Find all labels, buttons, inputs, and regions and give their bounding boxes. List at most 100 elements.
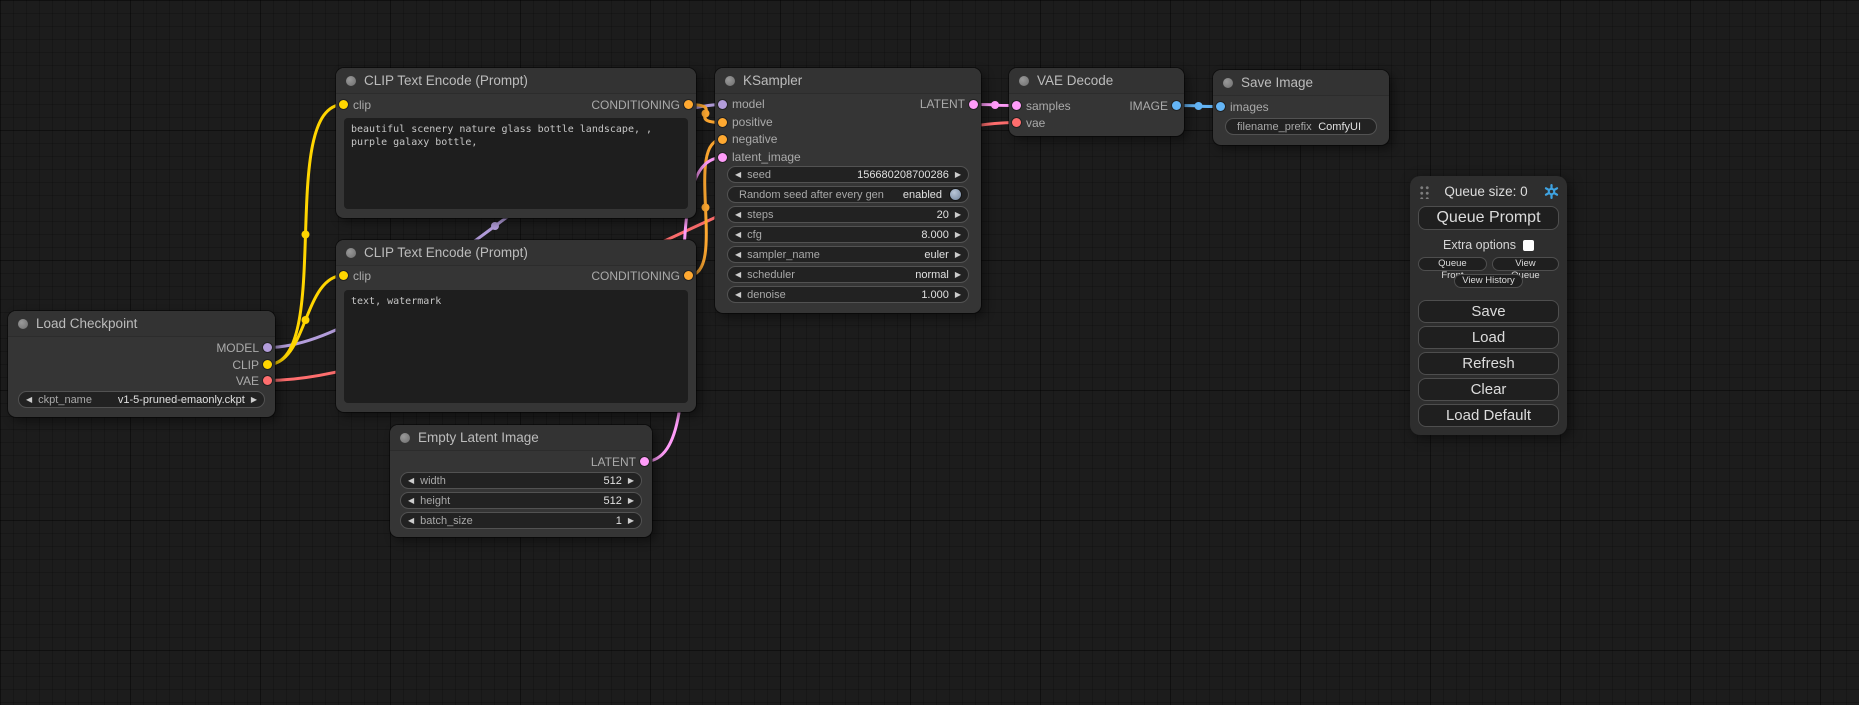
queue-size-label: Queue size: 0 xyxy=(1429,184,1543,199)
latent-image-input-port[interactable] xyxy=(718,153,727,162)
load-default-button[interactable]: Load Default xyxy=(1418,404,1559,427)
negative-input-port[interactable] xyxy=(718,135,727,144)
positive-input-port[interactable] xyxy=(718,118,727,127)
decrement-arrow-icon[interactable]: ◀ xyxy=(735,211,741,219)
increment-arrow-icon[interactable]: ▶ xyxy=(628,477,634,485)
collapse-dot-icon[interactable] xyxy=(18,319,28,329)
node-save-image[interactable]: Save Image images filename_prefix ComfyU… xyxy=(1213,70,1389,145)
decrement-arrow-icon[interactable]: ◀ xyxy=(735,251,741,259)
increment-arrow-icon[interactable]: ▶ xyxy=(628,517,634,525)
increment-arrow-icon[interactable]: ▶ xyxy=(955,291,961,299)
toggle-dot-icon[interactable] xyxy=(950,189,961,200)
collapse-dot-icon[interactable] xyxy=(346,76,356,86)
link-midpoint-dot[interactable] xyxy=(702,204,710,212)
increment-arrow-icon[interactable]: ▶ xyxy=(955,211,961,219)
decrement-arrow-icon[interactable]: ◀ xyxy=(735,271,741,279)
queue-front-button[interactable]: Queue Front xyxy=(1418,257,1487,271)
increment-arrow-icon[interactable]: ▶ xyxy=(955,231,961,239)
sampler-name-widget[interactable]: ◀ sampler_name euler ▶ xyxy=(727,246,969,263)
model-input-port[interactable] xyxy=(718,100,727,109)
conditioning-output-port[interactable] xyxy=(684,271,693,280)
node-clip-text-encode-positive[interactable]: CLIP Text Encode (Prompt) clip CONDITION… xyxy=(336,68,696,218)
link-midpoint-dot[interactable] xyxy=(702,110,710,118)
node-title-bar[interactable]: CLIP Text Encode (Prompt) xyxy=(336,68,696,94)
filename-prefix-widget[interactable]: filename_prefix ComfyUI xyxy=(1225,118,1377,135)
clear-button[interactable]: Clear xyxy=(1418,378,1559,401)
input-label-clip: clip xyxy=(353,269,371,283)
denoise-widget[interactable]: ◀ denoise 1.000 ▶ xyxy=(727,286,969,303)
widget-label: sampler_name xyxy=(747,249,820,261)
settings-gear-icon[interactable] xyxy=(1543,183,1559,199)
view-history-button[interactable]: View History xyxy=(1454,274,1523,288)
input-label-negative: negative xyxy=(732,132,777,146)
node-title-bar[interactable]: CLIP Text Encode (Prompt) xyxy=(336,240,696,266)
collapse-dot-icon[interactable] xyxy=(1223,78,1233,88)
node-title-bar[interactable]: Save Image xyxy=(1213,70,1389,96)
scheduler-widget[interactable]: ◀ scheduler normal ▶ xyxy=(727,266,969,283)
cfg-widget[interactable]: ◀ cfg 8.000 ▶ xyxy=(727,226,969,243)
batch-size-widget[interactable]: ◀ batch_size 1 ▶ xyxy=(400,512,642,529)
node-ksampler[interactable]: KSampler model positive negative latent_… xyxy=(715,68,981,313)
decrement-arrow-icon[interactable]: ◀ xyxy=(735,231,741,239)
increment-arrow-icon[interactable]: ▶ xyxy=(955,171,961,179)
samples-input-port[interactable] xyxy=(1012,101,1021,110)
image-output-port[interactable] xyxy=(1172,101,1181,110)
link-midpoint-dot[interactable] xyxy=(1195,102,1203,110)
latent-output-port[interactable] xyxy=(640,457,649,466)
clip-output-port[interactable] xyxy=(263,360,272,369)
link-midpoint-dot[interactable] xyxy=(302,231,310,239)
node-load-checkpoint[interactable]: Load Checkpoint MODEL CLIP VAE ◀ ckpt_na… xyxy=(8,311,275,417)
decrement-arrow-icon[interactable]: ◀ xyxy=(735,291,741,299)
model-output-port[interactable] xyxy=(263,343,272,352)
latent-output-port[interactable] xyxy=(969,100,978,109)
clip-input-port[interactable] xyxy=(339,100,348,109)
output-label-conditioning: CONDITIONING xyxy=(591,98,680,112)
node-title-bar[interactable]: Empty Latent Image xyxy=(390,425,652,451)
conditioning-output-port[interactable] xyxy=(684,100,693,109)
decrement-arrow-icon[interactable]: ◀ xyxy=(735,171,741,179)
refresh-button[interactable]: Refresh xyxy=(1418,352,1559,375)
width-widget[interactable]: ◀ width 512 ▶ xyxy=(400,472,642,489)
node-title: Save Image xyxy=(1241,75,1313,90)
clip-input-port[interactable] xyxy=(339,271,348,280)
node-empty-latent-image[interactable]: Empty Latent Image LATENT ◀ width 512 ▶ … xyxy=(390,425,652,537)
view-queue-button[interactable]: View Queue xyxy=(1492,257,1559,271)
link-midpoint-dot[interactable] xyxy=(491,222,499,230)
positive-prompt-textarea[interactable]: beautiful scenery nature glass bottle la… xyxy=(344,118,688,209)
link-midpoint-dot[interactable] xyxy=(991,101,999,109)
collapse-dot-icon[interactable] xyxy=(725,76,735,86)
node-clip-text-encode-negative[interactable]: CLIP Text Encode (Prompt) clip CONDITION… xyxy=(336,240,696,412)
drag-handle-icon[interactable] xyxy=(1418,184,1429,199)
widget-label: batch_size xyxy=(420,515,473,527)
node-title-bar[interactable]: VAE Decode xyxy=(1009,68,1184,94)
collapse-dot-icon[interactable] xyxy=(1019,76,1029,86)
seed-widget[interactable]: ◀ seed 156680208700286 ▶ xyxy=(727,166,969,183)
load-button[interactable]: Load xyxy=(1418,326,1559,349)
increment-arrow-icon[interactable]: ▶ xyxy=(955,271,961,279)
node-title-bar[interactable]: Load Checkpoint xyxy=(8,311,275,337)
negative-prompt-textarea[interactable]: text, watermark xyxy=(344,290,688,403)
ckpt-name-widget[interactable]: ◀ ckpt_name v1-5-pruned-emaonly.ckpt ▶ xyxy=(18,391,265,408)
increment-arrow-icon[interactable]: ▶ xyxy=(628,497,634,505)
collapse-dot-icon[interactable] xyxy=(400,433,410,443)
vae-output-port[interactable] xyxy=(263,376,272,385)
steps-widget[interactable]: ◀ steps 20 ▶ xyxy=(727,206,969,223)
random-seed-toggle-widget[interactable]: Random seed after every gen enabled xyxy=(727,186,969,203)
increment-arrow-icon[interactable]: ▶ xyxy=(955,251,961,259)
queue-prompt-button[interactable]: Queue Prompt xyxy=(1418,206,1559,230)
extra-options-checkbox[interactable] xyxy=(1523,240,1534,251)
save-button[interactable]: Save xyxy=(1418,300,1559,323)
height-widget[interactable]: ◀ height 512 ▶ xyxy=(400,492,642,509)
decrement-arrow-icon[interactable]: ◀ xyxy=(26,396,32,404)
link-midpoint-dot[interactable] xyxy=(302,316,310,324)
collapse-dot-icon[interactable] xyxy=(346,248,356,258)
increment-arrow-icon[interactable]: ▶ xyxy=(251,396,257,404)
node-canvas[interactable]: Load Checkpoint MODEL CLIP VAE ◀ ckpt_na… xyxy=(0,0,1859,705)
decrement-arrow-icon[interactable]: ◀ xyxy=(408,477,414,485)
decrement-arrow-icon[interactable]: ◀ xyxy=(408,517,414,525)
vae-input-port[interactable] xyxy=(1012,118,1021,127)
node-vae-decode[interactable]: VAE Decode samples vae IMAGE xyxy=(1009,68,1184,136)
node-title-bar[interactable]: KSampler xyxy=(715,68,981,94)
decrement-arrow-icon[interactable]: ◀ xyxy=(408,497,414,505)
images-input-port[interactable] xyxy=(1216,102,1225,111)
